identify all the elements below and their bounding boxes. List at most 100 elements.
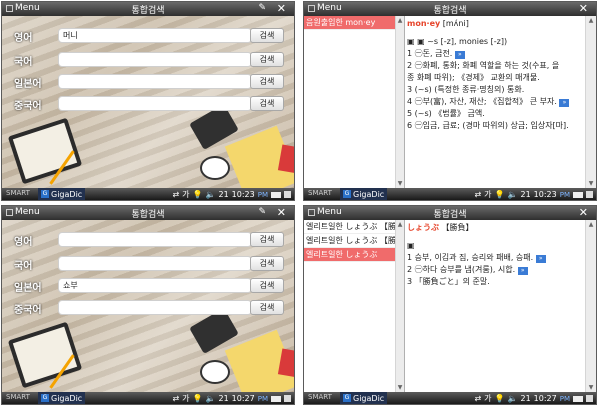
app-task-button[interactable]: G GigaDic [340, 392, 388, 404]
list-scrollbar[interactable]: ▲ ▼ [395, 16, 404, 188]
search-button[interactable]: 검색 [250, 74, 284, 89]
list-scrollbar[interactable]: ▲ ▼ [395, 220, 404, 392]
taskbar: SMART G GigaDic ⇄ 가 💡 🔈 21 10:27 PM [304, 392, 596, 404]
list-item[interactable]: 엘리트일한 しょうぶ [304, 248, 404, 262]
desktop-icon[interactable] [284, 395, 291, 402]
search-label: 중국어 [14, 305, 42, 316]
search-input-japanese[interactable] [58, 74, 252, 89]
volume-icon[interactable]: 🔈 [508, 190, 518, 199]
close-button[interactable]: ✕ [277, 206, 286, 219]
gigadic-icon: G [343, 190, 351, 198]
definition-line: 3 「勝負ごと」의 준말. [407, 277, 490, 286]
network-icon[interactable]: ⇄ [172, 394, 179, 403]
desktop-icon[interactable] [586, 191, 593, 198]
list-item[interactable]: 음원출입한 mon·ey [304, 16, 404, 30]
gigadic-icon: G [343, 394, 351, 402]
scroll-down-icon[interactable]: ▼ [586, 384, 596, 391]
search-button[interactable]: 검색 [250, 278, 284, 293]
volume-level: 21 [520, 190, 531, 199]
link-icon[interactable]: » [535, 255, 546, 263]
clock-period: PM [559, 394, 570, 403]
scroll-up-icon[interactable]: ▲ [396, 17, 404, 24]
link-icon[interactable]: » [559, 99, 570, 107]
system-tray: ⇄ 가 💡 🔈 21 10:23 PM [172, 189, 291, 200]
list-item[interactable]: 엘리트일한 しょうぶ 【勝 [304, 234, 404, 248]
app-task-button[interactable]: G GigaDic [38, 188, 86, 200]
smart-label: SMART [308, 189, 332, 197]
system-tray: ⇄ 가 💡 🔈 21 10:23 PM [474, 189, 593, 200]
desktop-icon[interactable] [284, 191, 291, 198]
definition-line: 3 (~s) (특정한 종류·명칭의) 통화. [407, 85, 525, 94]
search-row-korean: 국어 검색 [8, 256, 286, 272]
ime-indicator[interactable]: 가 [484, 189, 491, 200]
search-input-chinese[interactable] [58, 300, 252, 315]
search-row-japanese: 일본어 검색 [8, 74, 286, 90]
search-button[interactable]: 검색 [250, 232, 284, 247]
content-scrollbar[interactable]: ▲ ▼ [585, 220, 596, 392]
bulb-icon[interactable]: 💡 [495, 190, 505, 199]
dictionary-panel-japanese: Menu 통합검색 ✕ 엘리트일한 しょうぶ 【勝 엘리트일한 しょうぶ 【勝 … [303, 205, 597, 405]
search-input-english[interactable] [58, 232, 252, 247]
scroll-up-icon[interactable]: ▲ [586, 17, 596, 24]
close-button[interactable]: ✕ [579, 206, 588, 219]
definition-line: 1 승부, 이김과 짐, 승리와 패배, 승패. [407, 253, 534, 262]
search-input-japanese[interactable]: 쇼부 [58, 278, 252, 293]
smart-label: SMART [308, 393, 332, 401]
bulb-icon[interactable]: 💡 [495, 394, 505, 403]
system-tray: ⇄ 가 💡 🔈 21 10:27 PM [172, 393, 291, 404]
scroll-down-icon[interactable]: ▼ [396, 180, 404, 187]
volume-icon[interactable]: 🔈 [508, 394, 518, 403]
headword-kanji: 【勝負】 [441, 223, 474, 232]
scroll-up-icon[interactable]: ▲ [396, 221, 404, 228]
close-button[interactable]: ✕ [579, 2, 588, 15]
search-button[interactable]: 검색 [250, 96, 284, 111]
edit-icon[interactable]: ✎ [258, 207, 266, 217]
search-button[interactable]: 검색 [250, 256, 284, 271]
cup-illustration [200, 156, 230, 180]
search-label: 일본어 [14, 79, 42, 90]
search-row-chinese: 중국어 검색 [8, 96, 286, 112]
desktop-icon[interactable] [586, 395, 593, 402]
ime-indicator[interactable]: 가 [484, 393, 491, 404]
ime-indicator[interactable]: 가 [182, 393, 189, 404]
clock: 10:23 [231, 190, 255, 199]
list-item[interactable]: 엘리트일한 しょうぶ 【勝 [304, 220, 404, 234]
scroll-down-icon[interactable]: ▼ [586, 180, 596, 187]
search-label: 국어 [14, 57, 33, 68]
definition-content: しょうぶ 【勝負】 ▣ 1 승부, 이김과 짐, 승리와 패배, 승패. » 2… [407, 222, 584, 390]
edit-icon[interactable]: ✎ [258, 3, 266, 13]
search-label: 일본어 [14, 283, 42, 294]
gigadic-icon: G [41, 394, 49, 402]
scroll-down-icon[interactable]: ▼ [396, 384, 404, 391]
smart-label: SMART [6, 393, 30, 401]
definition-line: 6 ㊀임금, 급료; (경마 따위의) 상금; 입상자[마]. [407, 121, 569, 130]
network-icon[interactable]: ⇄ [474, 394, 481, 403]
clock: 10:27 [533, 394, 557, 403]
search-button[interactable]: 검색 [250, 28, 284, 43]
bulb-icon[interactable]: 💡 [193, 394, 203, 403]
result-list: 엘리트일한 しょうぶ 【勝 엘리트일한 しょうぶ 【勝 엘리트일한 しょうぶ ▲… [304, 220, 405, 392]
search-button[interactable]: 검색 [250, 300, 284, 315]
link-icon[interactable]: » [517, 267, 528, 275]
app-task-button[interactable]: G GigaDic [38, 392, 86, 404]
volume-icon[interactable]: 🔈 [206, 190, 216, 199]
bulb-icon[interactable]: 💡 [193, 190, 203, 199]
battery-icon [573, 191, 583, 198]
network-icon[interactable]: ⇄ [474, 190, 481, 199]
definition-line: ▣ ▣ ~s [-z], monies [-z]) [407, 37, 508, 46]
search-input-chinese[interactable] [58, 96, 252, 111]
search-input-korean[interactable] [58, 256, 252, 271]
search-input-korean[interactable] [58, 52, 252, 67]
definition-line: ▣ [407, 241, 415, 250]
network-icon[interactable]: ⇄ [172, 190, 179, 199]
taskbar: SMART G GigaDic ⇄ 가 💡 🔈 21 10:23 PM [2, 188, 294, 200]
volume-icon[interactable]: 🔈 [206, 394, 216, 403]
link-icon[interactable]: » [454, 51, 465, 59]
search-input-english[interactable]: 머니 [58, 28, 252, 43]
search-button[interactable]: 검색 [250, 52, 284, 67]
content-scrollbar[interactable]: ▲ ▼ [585, 16, 596, 188]
app-task-button[interactable]: G GigaDic [340, 188, 388, 200]
scroll-up-icon[interactable]: ▲ [586, 221, 596, 228]
ime-indicator[interactable]: 가 [182, 189, 189, 200]
close-button[interactable]: ✕ [277, 2, 286, 15]
